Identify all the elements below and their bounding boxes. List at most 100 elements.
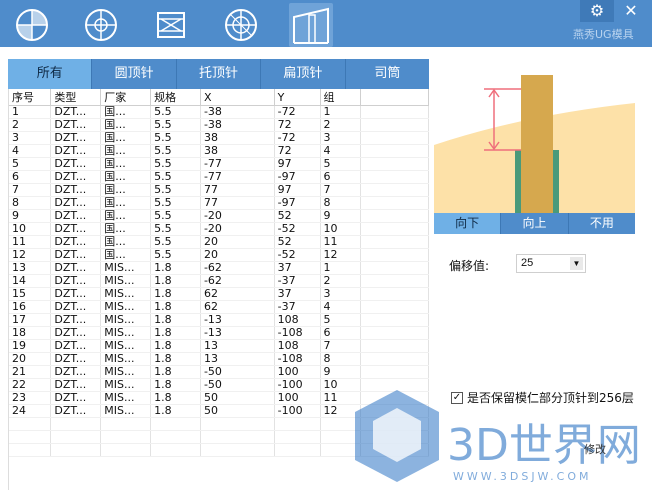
header-spec[interactable]: 规格 — [150, 89, 201, 106]
table-cell-filler — [360, 157, 429, 171]
table-cell — [100, 430, 152, 444]
table-row[interactable]: 12 DZT... 国... 5.5 20 -52 12 — [9, 248, 429, 262]
table-cell: 7 — [320, 339, 362, 353]
table-cell — [50, 430, 102, 444]
table-cell-filler — [360, 326, 429, 340]
table-cell: DZT... — [50, 261, 102, 275]
table-row[interactable]: 16 DZT... MIS... 1.8 62 -37 4 — [9, 300, 429, 314]
table-cell: 19 — [9, 339, 52, 353]
table-cell: 20 — [200, 248, 275, 262]
table-cell: DZT... — [50, 300, 102, 314]
table-cell: 国... — [100, 222, 152, 236]
table-row[interactable]: 8 DZT... 国... 5.5 77 -97 8 — [9, 196, 429, 210]
table-row[interactable]: 13 DZT... MIS... 1.8 -62 37 1 — [9, 261, 429, 275]
table-cell: 11 — [320, 235, 362, 249]
circle-grid-icon[interactable] — [222, 6, 260, 44]
table-cell: 18 — [9, 326, 52, 340]
table-cell: -100 — [274, 378, 321, 392]
table-row[interactable]: 17 DZT... MIS... 1.8 -13 108 5 — [9, 313, 429, 327]
table-cell: 5.5 — [150, 105, 201, 119]
circle-cross-icon[interactable] — [82, 6, 120, 44]
table-cell: 13 — [200, 339, 275, 353]
tab-sleeve[interactable]: 司筒 — [346, 59, 429, 89]
circle-sector-icon[interactable] — [13, 6, 51, 44]
table-cell: 15 — [9, 287, 52, 301]
table-row[interactable]: 2 DZT... 国... 5.5 -38 72 2 — [9, 118, 429, 132]
pin-type-tabs: 所有 圆顶针 托顶针 扁顶针 司筒 — [8, 59, 429, 89]
offset-select[interactable]: 25 ▼ — [516, 254, 586, 273]
tab-down[interactable]: 向下 — [434, 213, 502, 234]
table-row[interactable]: 5 DZT... 国... 5.5 -77 97 5 — [9, 157, 429, 171]
table-cell: 6 — [9, 170, 52, 184]
tab-stepped-pin[interactable]: 托顶针 — [177, 59, 262, 89]
settings-gear-icon[interactable]: ⚙ — [580, 0, 614, 22]
ejector-pin-icon[interactable] — [289, 3, 333, 47]
table-cell: -62 — [200, 274, 275, 288]
close-icon[interactable]: ✕ — [614, 0, 648, 22]
table-row[interactable]: 7 DZT... 国... 5.5 77 97 7 — [9, 183, 429, 197]
table-cell-filler — [360, 144, 429, 158]
table-row[interactable]: 6 DZT... 国... 5.5 -77 -97 6 — [9, 170, 429, 184]
header-index[interactable]: 序号 — [9, 89, 52, 106]
tab-flat-pin[interactable]: 扁顶针 — [261, 59, 346, 89]
table-cell: 9 — [9, 209, 52, 223]
table-cell-filler — [360, 274, 429, 288]
table-row[interactable]: 9 DZT... 国... 5.5 -20 52 9 — [9, 209, 429, 223]
table-row[interactable]: 18 DZT... MIS... 1.8 -13 -108 6 — [9, 326, 429, 340]
table-cell-filler — [360, 287, 429, 301]
table-cell: DZT... — [50, 326, 102, 340]
table-cell-filler — [360, 183, 429, 197]
table-cell — [200, 417, 275, 431]
table-cell: 5.5 — [150, 196, 201, 210]
table-cell: 12 — [9, 248, 52, 262]
table-cell: 23 — [9, 391, 52, 405]
table-cell — [200, 430, 275, 444]
table-row[interactable]: 10 DZT... 国... 5.5 -20 -52 10 — [9, 222, 429, 236]
table-cell: MIS... — [100, 365, 152, 379]
table-row[interactable]: 4 DZT... 国... 5.5 38 72 4 — [9, 144, 429, 158]
table-cell: -13 — [200, 326, 275, 340]
table-cell: 4 — [9, 144, 52, 158]
table-row[interactable]: 19 DZT... MIS... 1.8 13 108 7 — [9, 339, 429, 353]
table-cell: DZT... — [50, 183, 102, 197]
header-type[interactable]: 类型 — [50, 89, 102, 106]
table-cell: 1.8 — [150, 404, 201, 418]
table-row[interactable]: 3 DZT... 国... 5.5 38 -72 3 — [9, 131, 429, 145]
header-x[interactable]: X — [200, 89, 275, 106]
table-cell: DZT... — [50, 248, 102, 262]
table-row[interactable]: 11 DZT... 国... 5.5 20 52 11 — [9, 235, 429, 249]
table-cell: -13 — [200, 313, 275, 327]
chevron-down-icon[interactable]: ▼ — [570, 257, 583, 270]
modify-button[interactable]: 修改 — [584, 441, 606, 457]
table-row[interactable]: 1 DZT... 国... 5.5 -38 -72 1 — [9, 105, 429, 119]
header-group[interactable]: 组 — [320, 89, 362, 106]
tab-all[interactable]: 所有 — [8, 59, 93, 89]
table-cell-filler — [360, 222, 429, 236]
table-cell: MIS... — [100, 339, 152, 353]
table-row[interactable]: 20 DZT... MIS... 1.8 13 -108 8 — [9, 352, 429, 366]
table-cell: 2 — [9, 118, 52, 132]
table-cell: DZT... — [50, 404, 102, 418]
table-cell: 11 — [9, 235, 52, 249]
tab-round-pin[interactable]: 圆顶针 — [92, 59, 177, 89]
table-cell: 5.5 — [150, 222, 201, 236]
table-cell: 108 — [274, 339, 321, 353]
box-x-icon[interactable] — [152, 6, 190, 44]
table-row[interactable]: 15 DZT... MIS... 1.8 62 37 3 — [9, 287, 429, 301]
table-cell: 50 — [200, 404, 275, 418]
table-row[interactable]: 21 DZT... MIS... 1.8 -50 100 9 — [9, 365, 429, 379]
table-cell: DZT... — [50, 274, 102, 288]
table-cell: 13 — [9, 261, 52, 275]
table-cell: 37 — [274, 261, 321, 275]
tab-up[interactable]: 向上 — [501, 213, 569, 234]
table-cell — [150, 430, 201, 444]
tab-none[interactable]: 不用 — [569, 213, 635, 234]
table-row[interactable]: 14 DZT... MIS... 1.8 -62 -37 2 — [9, 274, 429, 288]
header-maker[interactable]: 厂家 — [100, 89, 152, 106]
header-y[interactable]: Y — [274, 89, 321, 106]
table-cell: 3 — [9, 131, 52, 145]
table-cell: 1.8 — [150, 300, 201, 314]
table-cell: DZT... — [50, 391, 102, 405]
table-cell: DZT... — [50, 157, 102, 171]
toolbar: ⚙ ✕ 燕秀UG模具 — [0, 0, 652, 50]
